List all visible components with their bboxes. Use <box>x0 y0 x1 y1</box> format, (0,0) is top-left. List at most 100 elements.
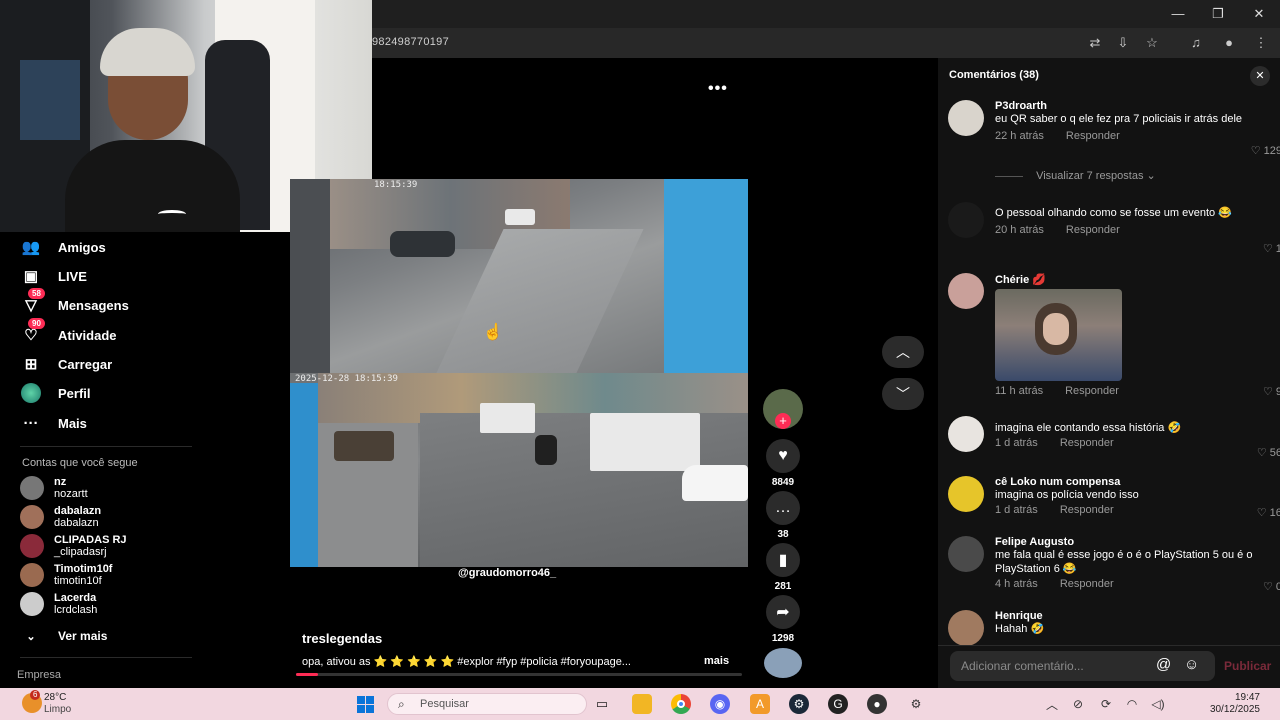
music-disc-button[interactable] <box>762 648 804 678</box>
comment-time: 1 d atrás <box>995 437 1038 449</box>
comment-item: cê Loko num compensa imagina os polícia … <box>948 476 1280 524</box>
like-count: 8849 <box>771 477 795 488</box>
sidebar-item-label: Perfil <box>58 385 91 401</box>
follow-plus-icon[interactable]: + <box>775 413 791 429</box>
progress-bar[interactable] <box>296 673 742 676</box>
discord-icon[interactable]: ◉ <box>710 694 730 714</box>
volume-icon[interactable]: ◁) <box>1148 694 1168 714</box>
avatar[interactable] <box>948 416 984 452</box>
sync-icon[interactable]: ⟳ <box>1096 694 1116 714</box>
taskbar-search[interactable]: ⌕ Pesquisar <box>387 693 587 715</box>
comment-item: P3droarth eu QR saber o q ele fez pra 7 … <box>948 100 1280 160</box>
comment-user[interactable]: cê Loko num compensa <box>995 476 1265 488</box>
reply-button[interactable]: Responder <box>1066 130 1120 142</box>
network-icon[interactable]: ⊘ <box>1068 694 1088 714</box>
video-options-button[interactable]: ••• <box>708 80 728 98</box>
comment-input[interactable]: Adicionar comentário... @ ☺ <box>950 651 1215 681</box>
comment-user[interactable]: P3droarth <box>995 100 1265 112</box>
sidebar-item-mensagens[interactable]: ▽ 58 Mensagens <box>20 288 129 315</box>
comment-user[interactable]: Chérie 💋 <box>995 273 1265 286</box>
comment-like[interactable]: ♡ 15 <box>1263 242 1280 255</box>
account-handle: lcrdclash <box>54 604 98 616</box>
post-comment-button[interactable]: Publicar <box>1224 659 1271 673</box>
following-account[interactable]: CLIPADAS RJ _clipadasrj <box>20 534 127 558</box>
close-comments-button[interactable]: ✕ <box>1250 66 1270 86</box>
browser-menu-icon[interactable]: ⋮ <box>1252 35 1270 51</box>
comment-like[interactable]: ♡ 129 <box>1251 144 1280 157</box>
chrome-icon[interactable] <box>671 694 691 714</box>
sidebar-item-mais[interactable]: ··· Mais <box>20 413 87 433</box>
following-account[interactable]: Lacerda lcrdclash <box>20 592 97 616</box>
company-link[interactable]: Empresa <box>17 669 61 681</box>
comment-like[interactable]: ♡ 168 <box>1257 506 1280 519</box>
avatar[interactable] <box>948 202 984 238</box>
comment-time: 11 h atrás <box>995 385 1044 397</box>
video-player[interactable]: 18:15:39 2025-12-28 18:15:39 <box>290 179 748 567</box>
app-record-icon[interactable]: ● <box>867 694 887 714</box>
author-avatar-button[interactable]: + <box>762 389 804 429</box>
comment-image[interactable] <box>995 289 1122 381</box>
comment-item: Chérie 💋 11 h atrás Responder ♡ 9 <box>948 273 1280 401</box>
wifi-icon[interactable]: ◠ <box>1122 694 1142 714</box>
next-video-button[interactable]: ﹀ <box>882 378 924 410</box>
app-g-icon[interactable]: G <box>828 694 848 714</box>
avatar[interactable] <box>948 536 984 572</box>
translate-icon[interactable]: ⇄ <box>1086 35 1104 51</box>
sidebar-item-live[interactable]: ▣ LIVE <box>20 266 87 286</box>
profile-avatar-icon[interactable]: ● <box>1220 35 1238 50</box>
avatar[interactable] <box>948 476 984 512</box>
sidebar-item-carregar[interactable]: ⊞ Carregar <box>20 354 113 374</box>
previous-video-button[interactable]: ︿ <box>882 336 924 368</box>
comment-item: O pessoal olhando como se fosse um event… <box>948 202 1280 258</box>
comment-like[interactable]: ♡ 56 <box>1257 446 1280 459</box>
see-more-button[interactable]: ⌄ Ver mais <box>20 626 107 646</box>
bookmark-star-icon[interactable]: ☆ <box>1143 35 1161 51</box>
chevron-up-icon[interactable]: ︿ <box>1042 694 1062 714</box>
comment-button[interactable]: … 38 <box>762 491 804 540</box>
account-handle: dabalazn <box>54 517 99 529</box>
steam-icon[interactable]: ⚙ <box>789 694 809 714</box>
media-icon[interactable]: ♫ <box>1187 35 1205 50</box>
following-account[interactable]: dabalazn dabalazn <box>20 505 101 529</box>
clock-date[interactable]: 30/12/2025 <box>1196 704 1260 715</box>
maximize-button[interactable]: ❐ <box>1208 6 1228 22</box>
comment-user[interactable]: Felipe Augusto <box>995 536 1265 548</box>
minimize-button[interactable]: — <box>1168 6 1188 21</box>
comment-like[interactable]: ♡ 0 <box>1263 580 1280 593</box>
comment-user[interactable]: Henrique <box>995 610 1265 622</box>
reply-button[interactable]: Responder <box>1060 437 1114 449</box>
comment-text: Hahah 🤣 <box>995 623 1045 635</box>
sidebar-item-atividade[interactable]: ♡ 90 Atividade <box>20 318 117 345</box>
following-account[interactable]: nz nozartt <box>20 476 88 500</box>
avatar[interactable] <box>948 273 984 309</box>
url-text[interactable]: 982498770197 <box>372 36 449 48</box>
windows-start-icon[interactable] <box>355 694 375 714</box>
task-view-icon[interactable]: ▭ <box>592 694 612 714</box>
settings-gear-icon[interactable]: ⚙ <box>906 694 926 714</box>
comment-like[interactable]: ♡ 9 <box>1263 385 1280 398</box>
following-account[interactable]: Timotim10f timotin10f <box>20 563 112 587</box>
cctv-frame-top <box>290 179 748 373</box>
install-icon[interactable]: ⇩ <box>1114 35 1132 51</box>
app-a-icon[interactable]: A <box>750 694 770 714</box>
view-replies-button[interactable]: Visualizar 7 respostas ⌄ <box>995 169 1156 182</box>
sidebar-item-perfil[interactable]: Perfil <box>20 383 91 403</box>
file-explorer-icon[interactable] <box>632 694 652 714</box>
caption-more-button[interactable]: mais <box>704 655 729 667</box>
reply-button[interactable]: Responder <box>1060 578 1114 590</box>
reply-button[interactable]: Responder <box>1066 224 1120 236</box>
reply-button[interactable]: Responder <box>1060 504 1114 516</box>
avatar[interactable] <box>948 610 984 646</box>
reply-button[interactable]: Responder <box>1065 385 1119 397</box>
video-author[interactable]: treslegendas <box>302 631 382 646</box>
share-button[interactable]: ➦ 1298 <box>762 595 804 644</box>
weather-icon[interactable]: 6 <box>22 690 42 713</box>
sidebar-item-amigos[interactable]: 👥 Amigos <box>20 237 106 257</box>
close-window-button[interactable]: ✕ <box>1249 6 1269 22</box>
clock-time[interactable]: 19:47 <box>1208 692 1260 703</box>
like-button[interactable]: ♥ 8849 <box>762 439 804 488</box>
emoji-icon[interactable]: ☺ <box>1184 656 1199 673</box>
mention-icon[interactable]: @ <box>1156 656 1171 673</box>
avatar[interactable] <box>948 100 984 136</box>
save-button[interactable]: ▮ 281 <box>762 543 804 592</box>
